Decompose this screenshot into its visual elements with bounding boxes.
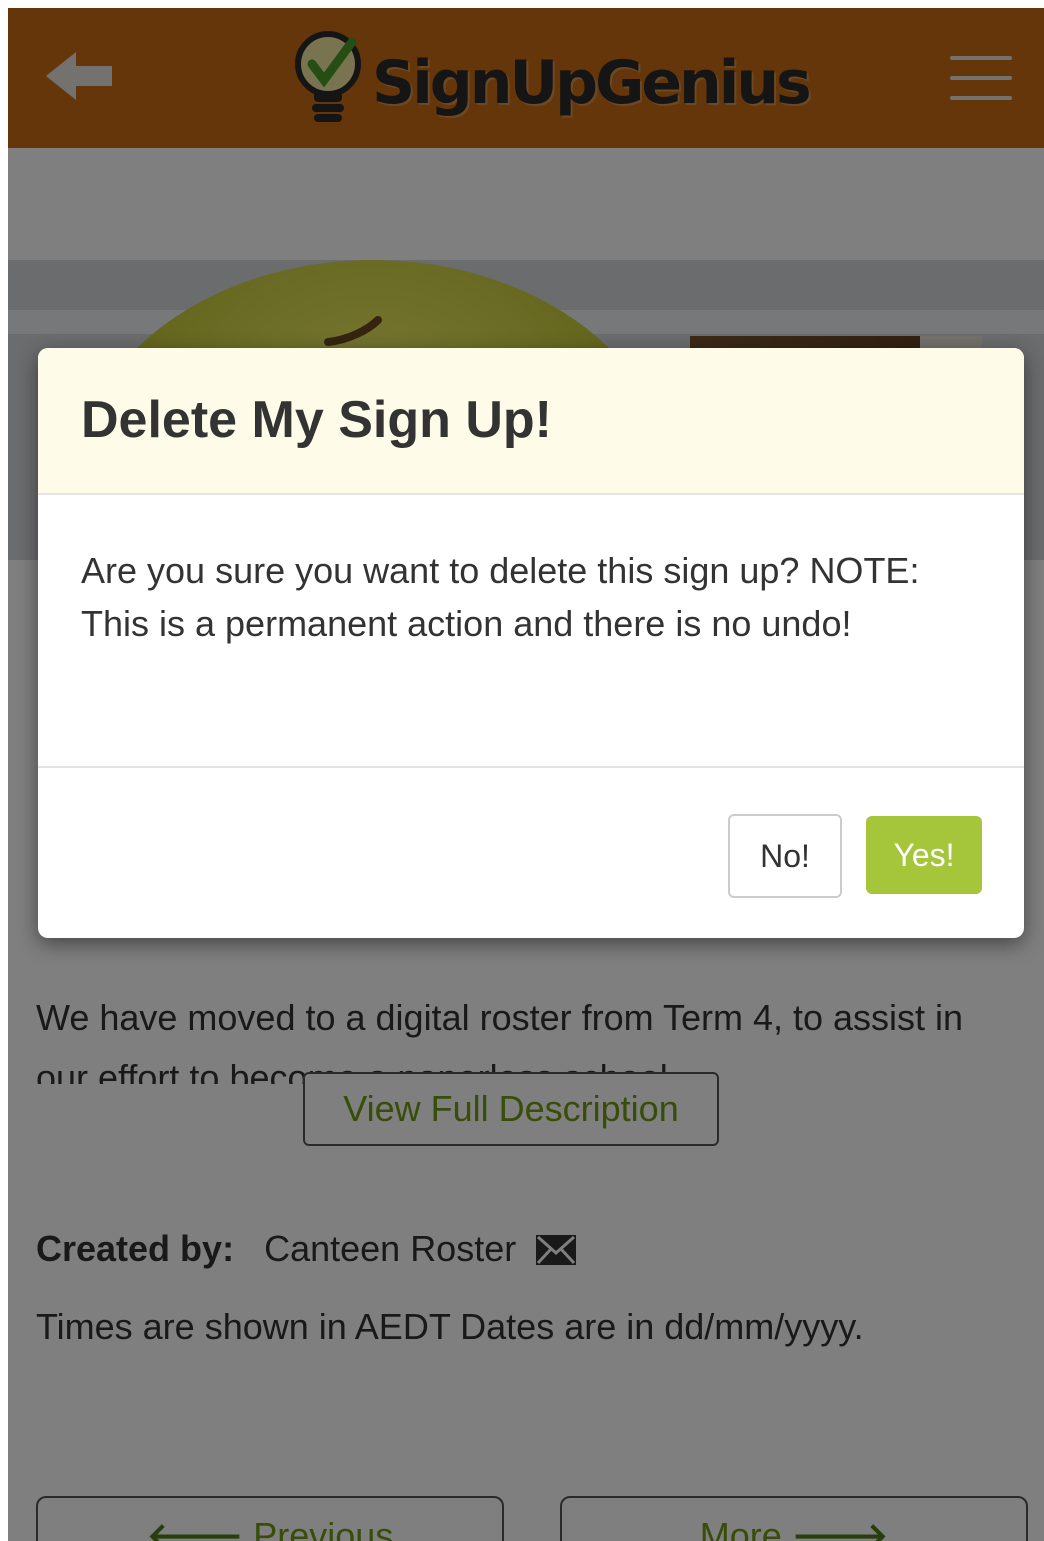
app-frame: SignUpGenius	[8, 8, 1044, 1541]
dialog-footer-divider	[38, 766, 1024, 768]
delete-signup-dialog: Delete My Sign Up! Are you sure you want…	[38, 348, 1024, 938]
no-button[interactable]: No!	[728, 814, 842, 898]
dialog-title: Delete My Sign Up!	[81, 391, 552, 449]
yes-button[interactable]: Yes!	[866, 816, 982, 894]
dialog-message: Are you sure you want to delete this sig…	[81, 550, 920, 644]
